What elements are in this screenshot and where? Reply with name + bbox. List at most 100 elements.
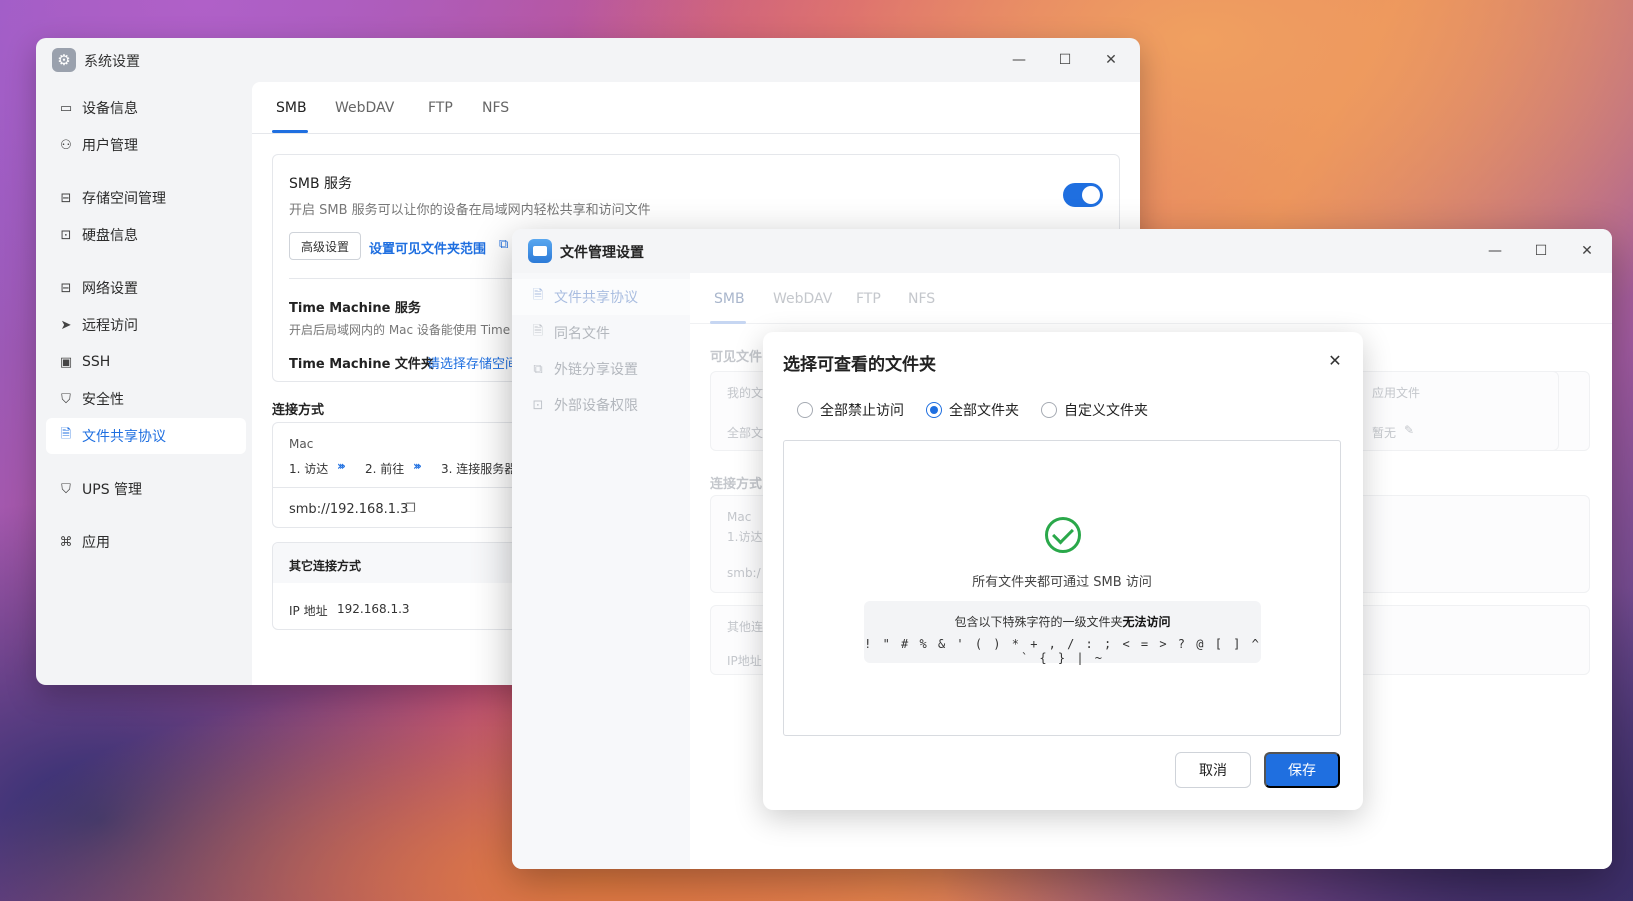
dialog-title: 选择可查看的文件夹	[783, 355, 936, 375]
access-options: 全部禁止访问 全部文件夹 自定义文件夹	[797, 400, 1148, 420]
close-button[interactable]: ✕	[1564, 237, 1610, 265]
check-circle-icon	[1045, 517, 1081, 553]
sidebar-item-label: 设备信息	[82, 101, 138, 117]
sidebar-item-label: 文件共享协议	[82, 429, 166, 445]
sidebar-item-label: 外链分享设置	[554, 362, 638, 378]
radio-deny-all[interactable]: 全部禁止访问	[797, 400, 904, 420]
sidebar-item-ssh[interactable]: ▣ SSH	[46, 344, 246, 380]
tab-ftp[interactable]: FTP	[856, 291, 881, 307]
sidebar-item-network[interactable]: ⊟ 网络设置	[46, 270, 246, 306]
ip-label: IP地址	[727, 654, 762, 668]
sidebar-item-label: 安全性	[82, 392, 124, 408]
active-tab-indicator	[272, 130, 308, 133]
sidebar-item-file-sharing[interactable]: 🗎 文件共享协议	[46, 418, 246, 454]
save-button[interactable]: 保存	[1264, 752, 1340, 788]
disk-icon: ⊡	[532, 397, 544, 413]
sidebar-item-apps[interactable]: ⌘ 应用	[46, 524, 246, 560]
file-manager-icon	[528, 239, 552, 263]
terminal-icon: ▣	[59, 354, 73, 370]
tab-smb[interactable]: SMB	[276, 100, 307, 116]
active-tab-indicator	[710, 321, 746, 324]
shield-icon: ⛉	[61, 391, 71, 407]
radio-label: 全部禁止访问	[820, 403, 904, 419]
step-3: 3. 连接服务器	[441, 462, 517, 476]
smb-toggle[interactable]	[1063, 183, 1103, 207]
sidebar-item-label: 外部设备权限	[554, 398, 638, 414]
sidebar-item-label: 硬盘信息	[82, 228, 138, 244]
time-machine-folder-label: Time Machine 文件夹	[289, 357, 434, 372]
visible-folders-link[interactable]: 设置可见文件夹范围	[369, 238, 486, 257]
sidebar-item-external-device[interactable]: ⊡ 外部设备权限	[512, 387, 690, 423]
step-2: 2. 前往	[365, 462, 405, 476]
note-bold: 无法访问	[1122, 615, 1171, 629]
radio-circle[interactable]	[926, 402, 942, 418]
sidebar-item-share-link[interactable]: ⧉ 外链分享设置	[512, 351, 690, 387]
sidebar-item-same-name[interactable]: 🗎 同名文件	[512, 315, 690, 351]
special-chars-list: ! " # % & ' ( ) * + , / : ; < = > ? @ [ …	[864, 637, 1261, 665]
tab-ftp[interactable]: FTP	[428, 100, 453, 116]
other-connection-heading: 其它连接方式	[289, 559, 362, 573]
send-icon: ➤	[60, 317, 72, 333]
sidebar-item-label: 存储空间管理	[82, 191, 166, 207]
file-icon: 🗎	[532, 324, 544, 339]
connection-heading: 连接方式	[710, 477, 763, 492]
chevrons-icon: ›››	[337, 459, 346, 473]
radio-custom-folders[interactable]: 自定义文件夹	[1041, 400, 1148, 420]
maximize-button[interactable]: ☐	[1518, 237, 1564, 265]
sidebar-item-file-sharing[interactable]: 🗎 文件共享协议	[512, 279, 690, 315]
app-files-card: 应用文件 暂无 ✎	[1355, 371, 1559, 451]
select-storage-link[interactable]: 请选择存储空间	[427, 353, 518, 372]
special-chars-note: 包含以下特殊字符的一级文件夹无法访问 ! " # % & ' ( ) * + ,…	[864, 601, 1261, 665]
apps-icon: ⌘	[59, 534, 73, 550]
sidebar-item-remote-access[interactable]: ➤ 远程访问	[46, 307, 246, 343]
sidebar-item-security[interactable]: ⛉ 安全性	[46, 381, 246, 417]
connection-os: Mac	[289, 437, 314, 451]
sidebar-item-label: 文件共享协议	[554, 290, 638, 306]
radio-circle[interactable]	[1041, 402, 1057, 418]
my-files-label: 我的文	[727, 386, 764, 400]
ip-label: IP 地址	[289, 604, 328, 618]
access-message: 所有文件夹都可通过 SMB 访问	[972, 575, 1152, 590]
visible-files-heading: 可见文件	[710, 350, 763, 365]
tab-nfs[interactable]: NFS	[482, 100, 509, 116]
gear-icon: ⚙	[52, 48, 76, 72]
close-icon[interactable]: ✕	[1323, 348, 1347, 372]
radio-all-folders[interactable]: 全部文件夹	[926, 400, 1019, 420]
minimize-button[interactable]: —	[1472, 237, 1518, 265]
tab-webdav[interactable]: WebDAV	[335, 100, 394, 116]
disk-icon: ⊡	[60, 227, 72, 243]
close-button[interactable]: ✕	[1088, 46, 1134, 74]
sidebar-item-disk-info[interactable]: ⊡ 硬盘信息	[46, 217, 246, 253]
sidebar-item-label: UPS 管理	[82, 482, 143, 498]
tab-nfs[interactable]: NFS	[908, 291, 935, 307]
share-icon: ⧉	[533, 361, 543, 377]
other-connection-heading: 其他连	[727, 620, 764, 634]
tab-webdav[interactable]: WebDAV	[773, 291, 832, 307]
connection-step: 1.访达	[727, 530, 763, 544]
sidebar-item-device-info[interactable]: ▭ 设备信息	[46, 90, 246, 126]
time-machine-title: Time Machine 服务	[289, 301, 421, 316]
step-1: 1. 访达	[289, 462, 329, 476]
edit-icon[interactable]: ✎	[1404, 423, 1414, 437]
sidebar-item-label: 同名文件	[554, 326, 610, 342]
maximize-button[interactable]: ☐	[1042, 46, 1088, 74]
app-files-label: 应用文件	[1372, 386, 1421, 400]
smb-address: smb://192.168.1.3	[289, 502, 409, 517]
protocol-tabs: SMB WebDAV FTP NFS	[690, 273, 1612, 324]
tab-smb[interactable]: SMB	[714, 291, 745, 307]
select-folder-dialog: 选择可查看的文件夹 ✕ 全部禁止访问 全部文件夹 自定义文件夹 所有文件夹都可通…	[763, 332, 1363, 810]
radio-circle[interactable]	[797, 402, 813, 418]
connection-os: Mac	[727, 510, 752, 524]
sidebar-item-user-management[interactable]: ⚇ 用户管理	[46, 127, 246, 163]
sidebar-item-label: 应用	[82, 535, 110, 551]
cancel-button[interactable]: 取消	[1175, 752, 1251, 788]
note-prefix: 包含以下特殊字符的一级文件夹	[954, 615, 1123, 629]
user-icon: ⚇	[60, 137, 72, 153]
sidebar-item-ups[interactable]: ⛉ UPS 管理	[46, 471, 246, 507]
title-bar: ⚙ 系统设置 — ☐ ✕	[36, 38, 1140, 82]
external-link-icon[interactable]: ⧉	[499, 237, 508, 252]
advanced-settings-button[interactable]: 高级设置	[289, 232, 361, 260]
sidebar-item-storage[interactable]: ⊟ 存储空间管理	[46, 180, 246, 216]
copy-icon[interactable]: ❐	[405, 501, 416, 515]
minimize-button[interactable]: —	[996, 46, 1042, 74]
